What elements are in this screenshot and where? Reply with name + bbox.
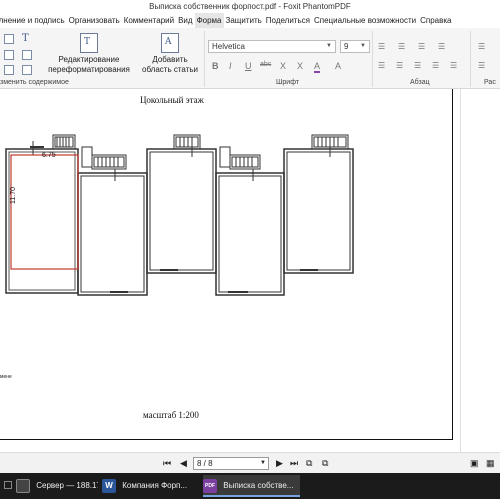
- font-name-field[interactable]: Helvetica ▼: [208, 40, 336, 53]
- line-spacing-icon[interactable]: ☰: [450, 61, 462, 70]
- taskbar: Сервер — 188.17.... W Компания Форп... P…: [0, 473, 500, 499]
- align-right-icon[interactable]: ☰: [414, 61, 426, 70]
- building-block-3: [146, 134, 217, 274]
- menu-protect[interactable]: Защитить: [224, 13, 264, 28]
- last-page-icon[interactable]: ⏭: [290, 458, 298, 469]
- server-icon: [16, 478, 30, 493]
- reformat-button[interactable]: T Редактирование переформатирования: [46, 33, 132, 75]
- layout-group-label: Рас: [484, 79, 496, 86]
- bullet-list-icon[interactable]: ☰: [378, 42, 390, 51]
- tray-icon[interactable]: [4, 481, 12, 489]
- chevron-down-icon: ▼: [360, 43, 366, 49]
- superscript-button[interactable]: X: [280, 61, 286, 71]
- word-icon: W: [102, 478, 116, 493]
- document-viewport[interactable]: Цокольный этаж 6.75 11.70 мене масштаб 1…: [0, 89, 500, 452]
- underline-button[interactable]: U: [245, 61, 252, 71]
- layout-icon[interactable]: ☰: [478, 42, 490, 51]
- building-block-4: [215, 146, 285, 296]
- floor-plan: [5, 134, 354, 296]
- chevron-down-icon: ▼: [260, 460, 266, 466]
- first-page-icon[interactable]: ⏮: [163, 458, 171, 469]
- page-navigation-bar: ⏮ ◀ 8 / 8 ▼ ▶ ⏭ ⧉ ⧉ ▣ ▦: [0, 452, 500, 473]
- fit-width-icon[interactable]: ▦: [486, 458, 495, 469]
- taskbar-item-label: Компания Форп...: [122, 481, 188, 490]
- foxit-icon: PDF: [203, 478, 217, 493]
- shape-tool-icon[interactable]: [22, 50, 32, 60]
- text-tool-icon[interactable]: T: [22, 33, 29, 44]
- subscript-button[interactable]: X: [297, 61, 303, 71]
- reformat-label-1: Редактирование: [58, 55, 120, 64]
- add-article-label-2: область статьи: [142, 65, 198, 74]
- format-buttons: B I U abc X X A A: [210, 61, 370, 73]
- highlighted-room: [10, 154, 79, 270]
- room-height-dimension: 11.70: [10, 187, 17, 204]
- highlight-button[interactable]: A: [335, 61, 341, 71]
- taskbar-item-label: Выписка собстве...: [223, 481, 294, 490]
- ribbon-separator: [372, 31, 373, 87]
- italic-button[interactable]: I: [229, 61, 232, 71]
- taskbar-item-server[interactable]: Сервер — 188.17....: [16, 475, 98, 497]
- window-title: Выписка собственник форпост.pdf - Foxit …: [0, 0, 500, 13]
- ribbon-separator: [204, 31, 205, 87]
- page-number-value: 8 / 8: [197, 459, 213, 468]
- font-name-value: Helvetica: [212, 42, 245, 51]
- menu-fill-sign[interactable]: полнение и подпись: [0, 13, 67, 28]
- menu-bar: полнение и подпись Организовать Коммента…: [0, 13, 500, 28]
- font-size-field[interactable]: 9 ▼: [340, 40, 370, 53]
- font-color-button[interactable]: A: [314, 61, 321, 73]
- next-page-icon[interactable]: ▶: [276, 458, 283, 469]
- reformat-icon: T: [80, 33, 98, 53]
- font-group-label: Шрифт: [276, 79, 300, 86]
- paragraph-group-label: Абзац: [410, 79, 430, 86]
- numbered-list-icon[interactable]: ☰: [398, 42, 410, 51]
- strikethrough-button[interactable]: abc: [260, 61, 271, 68]
- building-block-5: [283, 134, 354, 274]
- menu-accessibility[interactable]: Специальные возможности: [312, 13, 418, 28]
- layout-icon-2[interactable]: ☰: [478, 61, 490, 70]
- taskbar-item-foxit[interactable]: PDF Выписка собстве...: [203, 475, 300, 497]
- menu-form[interactable]: Форма: [194, 13, 224, 28]
- building-block-2: [77, 146, 148, 296]
- menu-comment[interactable]: Комментарий: [122, 13, 176, 28]
- taskbar-item-label: Сервер — 188.17....: [36, 481, 98, 490]
- previous-page-icon[interactable]: ◀: [180, 458, 187, 469]
- scale-label: масштаб 1:200: [143, 410, 199, 420]
- menu-organize[interactable]: Организовать: [67, 13, 122, 28]
- side-note-snippet: мене: [0, 374, 12, 380]
- menu-help[interactable]: Справка: [418, 13, 453, 28]
- justify-icon[interactable]: ☰: [432, 61, 444, 70]
- page-edge: [460, 89, 461, 452]
- chevron-down-icon: ▼: [326, 43, 332, 49]
- taskbar-item-word[interactable]: W Компания Форп...: [102, 475, 198, 497]
- edit-object-icon[interactable]: [4, 50, 14, 60]
- ribbon-separator: [470, 31, 471, 87]
- align-left-icon[interactable]: ☰: [378, 61, 390, 70]
- add-article-button[interactable]: A Добавить область статьи: [138, 33, 202, 75]
- edit-group-label: зменить содержимое: [0, 79, 69, 86]
- article-icon: A: [161, 33, 179, 53]
- add-article-label-1: Добавить: [152, 55, 188, 64]
- indent-icon[interactable]: ☰: [438, 42, 450, 51]
- pdf-page: Цокольный этаж 6.75 11.70 мене масштаб 1…: [0, 89, 453, 440]
- add-image-icon[interactable]: [4, 65, 14, 75]
- next-view-icon[interactable]: ⧉: [322, 458, 328, 469]
- edit-text-icon[interactable]: [4, 34, 14, 44]
- room-width-dimension: 6.75: [42, 152, 56, 159]
- align-center-icon[interactable]: ☰: [396, 61, 408, 70]
- object-tool-icon[interactable]: [22, 65, 32, 75]
- ribbon-toolbar: T T Редактирование переформатирования A …: [0, 28, 500, 89]
- fit-page-icon[interactable]: ▣: [470, 458, 479, 469]
- bold-button[interactable]: B: [212, 61, 219, 71]
- outdent-icon[interactable]: ☰: [418, 42, 430, 51]
- font-size-value: 9: [344, 42, 349, 51]
- menu-share[interactable]: Поделиться: [264, 13, 312, 28]
- previous-view-icon[interactable]: ⧉: [306, 458, 312, 469]
- reformat-label-2: переформатирования: [48, 65, 130, 74]
- page-number-field[interactable]: 8 / 8 ▼: [193, 457, 269, 470]
- menu-view[interactable]: Вид: [176, 13, 194, 28]
